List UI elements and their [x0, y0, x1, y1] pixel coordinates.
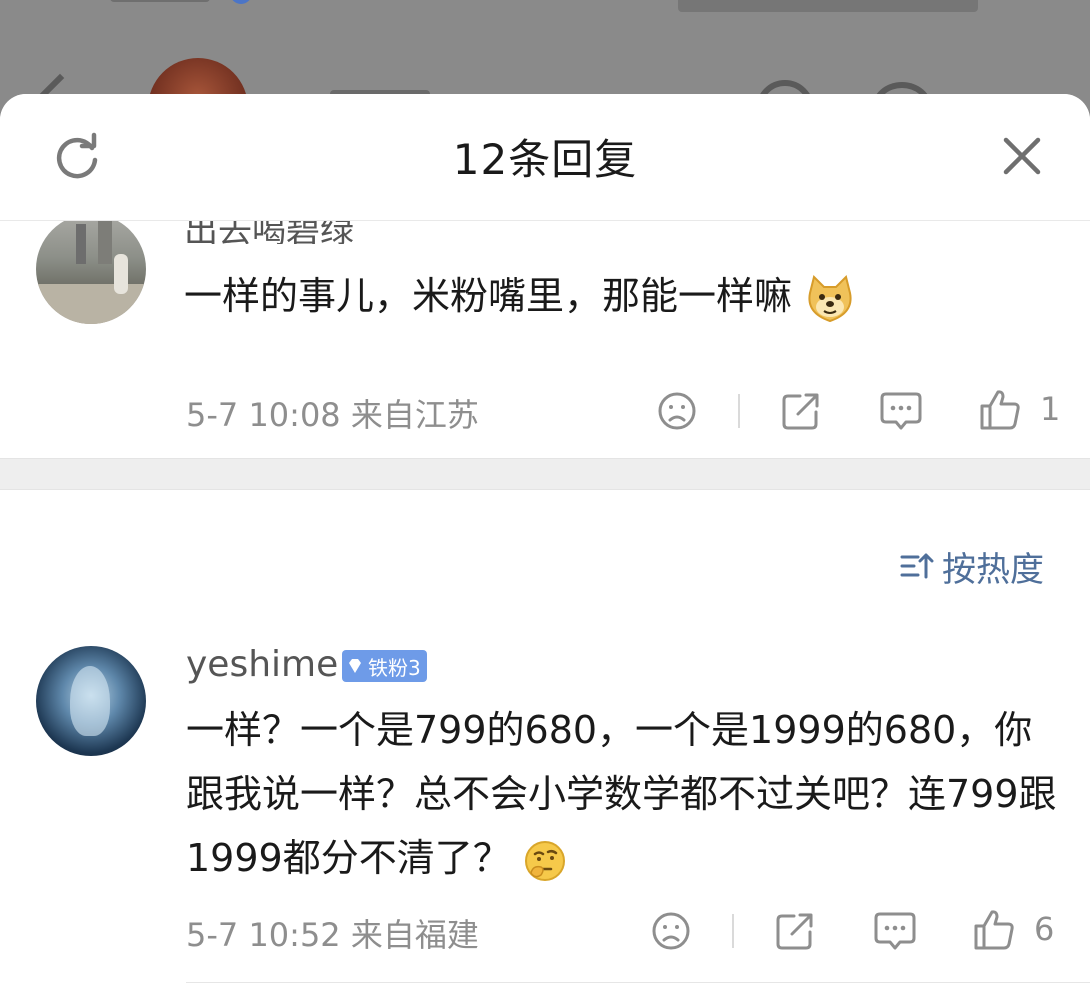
share-icon[interactable] — [780, 390, 822, 432]
like-count: 1 — [1040, 390, 1061, 428]
comment-text: 一样的事儿，米粉嘴里，那能一样嘛 — [184, 268, 856, 325]
close-icon[interactable] — [998, 132, 1046, 180]
divider — [738, 394, 740, 428]
thinking-emoji-icon — [524, 840, 565, 881]
avatar[interactable] — [36, 646, 146, 756]
comment-text: 一样？一个是799的680，一个是1999的680，你跟我说一样？总不会小学数学… — [186, 698, 1066, 890]
comment-text-body: 一样？一个是799的680，一个是1999的680，你跟我说一样？总不会小学数学… — [186, 708, 1057, 880]
comment-text-body: 一样的事儿，米粉嘴里，那能一样嘛 — [184, 274, 793, 318]
comment-icon[interactable] — [878, 390, 924, 434]
section-divider — [0, 458, 1090, 490]
like-icon[interactable] — [978, 388, 1022, 432]
replies-sheet: 12条回复 出去喝碧绿 一样的事儿，米粉嘴里，那能一样嘛 5-7 10:08 来… — [0, 94, 1090, 1008]
sheet-title: 12条回复 — [452, 135, 638, 184]
dislike-icon[interactable] — [656, 390, 698, 432]
sheet-header: 12条回复 — [0, 94, 1090, 221]
fan-badge[interactable]: 铁粉3 — [342, 650, 427, 682]
sort-label: 按热度 — [942, 549, 1044, 590]
fan-badge-label: 铁粉3 — [368, 655, 421, 680]
diamond-icon — [349, 659, 361, 673]
status-icons — [678, 0, 978, 12]
status-bar — [110, 0, 252, 8]
share-icon[interactable] — [774, 910, 816, 952]
dislike-icon[interactable] — [650, 910, 692, 952]
like-icon[interactable] — [972, 908, 1016, 952]
comment-meta: 5-7 10:52 来自福建 — [186, 916, 479, 954]
comment-item: 出去喝碧绿 一样的事儿，米粉嘴里，那能一样嘛 5-7 10:08 来自江苏 1 — [0, 211, 1090, 460]
sort-icon — [900, 553, 934, 579]
sort-button[interactable]: 按热度 — [900, 544, 1044, 590]
comment-author[interactable]: yeshime — [186, 644, 338, 685]
comment-meta: 5-7 10:08 来自江苏 — [186, 396, 479, 434]
divider — [732, 914, 734, 948]
avatar[interactable] — [36, 214, 146, 324]
divider — [186, 982, 1090, 983]
comment-icon[interactable] — [872, 910, 918, 954]
like-count: 6 — [1034, 910, 1055, 948]
doge-emoji-icon — [808, 274, 852, 322]
